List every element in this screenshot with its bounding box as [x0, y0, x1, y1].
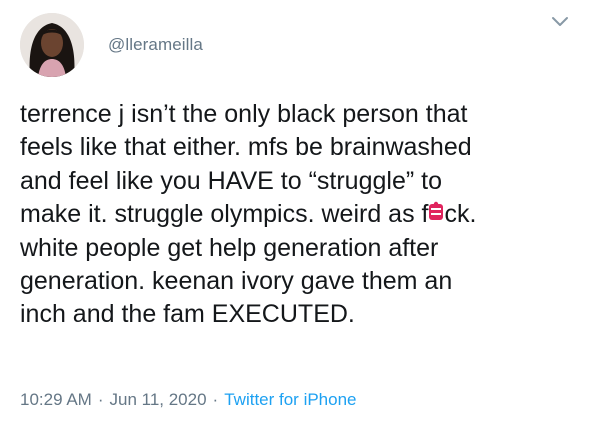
tweet-line: make it. struggle olympics. weird as f ck… [20, 198, 580, 231]
tweet-text: terrence j isn’t the only black person t… [20, 98, 580, 332]
meta-separator: · [212, 390, 219, 409]
tweet-line: and feel like you HAVE to “struggle” to [20, 166, 442, 195]
avatar[interactable] [20, 13, 84, 77]
user-handle[interactable]: @llerameilla [108, 35, 203, 55]
tweet-meta: 10:29 AM · Jun 11, 2020 · Twitter for iPhone [20, 390, 357, 410]
meta-separator: · [97, 390, 104, 409]
tweet-line-part: ck. [444, 200, 477, 229]
censor-icon [428, 198, 444, 231]
tweet-line: generation. keenan ivory gave them an [20, 267, 453, 296]
tweet-date[interactable]: Jun 11, 2020 [110, 390, 207, 409]
tweet-line: white people get help generation after [20, 233, 439, 262]
tweet-card: @llerameilla terrence j isn’t the only b… [0, 0, 595, 422]
tweet-line: inch and the fam EXECUTED. [20, 300, 355, 329]
profile-photo-icon [20, 13, 84, 77]
tweet-line: feels like that either. mfs be brainwash… [20, 133, 472, 162]
tweet-line: terrence j isn’t the only black person t… [20, 100, 468, 128]
chevron-down-icon[interactable] [549, 12, 571, 30]
tweet-line-part: make it. struggle olympics. weird as f [20, 200, 429, 229]
tweet-source-link[interactable]: Twitter for iPhone [224, 390, 356, 409]
tweet-time[interactable]: 10:29 AM [20, 390, 92, 409]
